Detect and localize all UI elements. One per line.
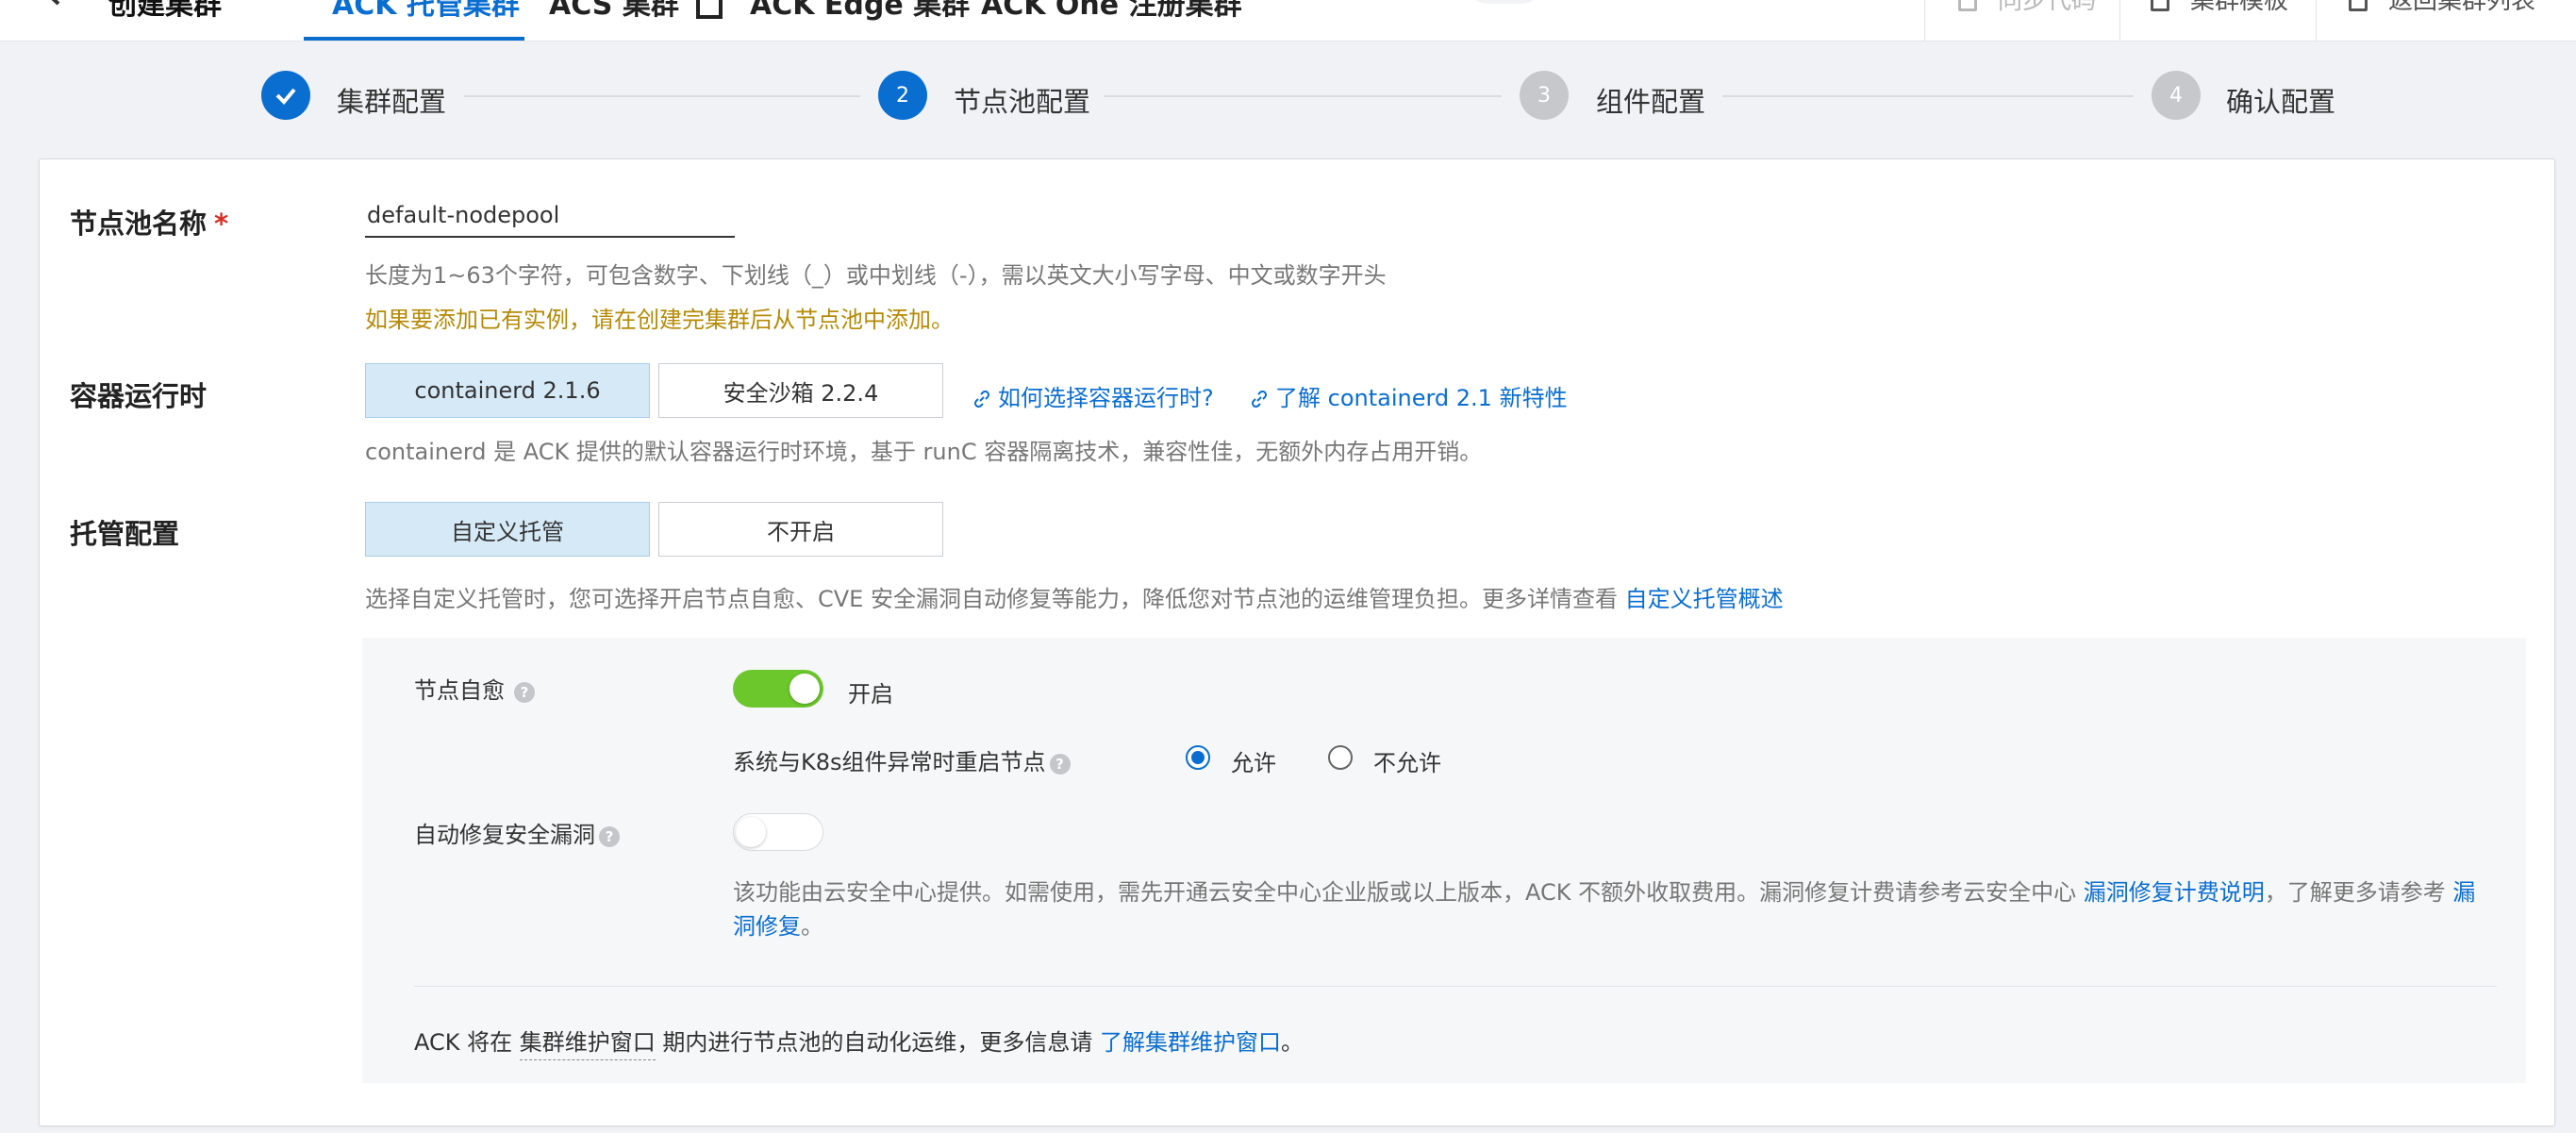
restart-allow-label[interactable]: 允许 — [1231, 744, 1276, 777]
desc-text: 。 — [801, 913, 823, 940]
step-connector — [464, 95, 860, 97]
tab-ack-managed[interactable]: ACK 托管集群 — [332, 0, 520, 23]
self-heal-status: 开启 — [848, 681, 893, 708]
tab-acs[interactable]: ACS 集群 — [549, 0, 723, 23]
managed-option-custom[interactable]: 自定义托管 — [365, 502, 650, 557]
containerd-features-link[interactable]: 了解 containerd 2.1 新特性 — [1251, 379, 1568, 412]
link-text: 如何选择容器运行时? — [998, 385, 1214, 411]
back-to-list-button[interactable]: 返回集群列表 — [2349, 0, 2535, 16]
step-3-number: 3 — [1520, 71, 1569, 120]
back-arrow-icon[interactable] — [40, 0, 68, 8]
vuln-billing-link[interactable]: 漏洞修复计费说明 — [2084, 879, 2265, 906]
action-label: 同步代码 — [1998, 0, 2097, 15]
restart-allow-radio[interactable] — [1186, 745, 1210, 770]
self-heal-label: 节点自愈? — [414, 672, 535, 705]
top-header: 创建集群 ACK 托管集群 ACS 集群 ACK Edge 集群 ACK One… — [0, 0, 2576, 42]
label-text: 系统与K8s组件异常时重启节点 — [733, 749, 1046, 775]
tab-label: ACK 托管集群 — [332, 0, 520, 22]
list-icon — [2349, 0, 2368, 11]
how-to-choose-runtime-link[interactable]: 如何选择容器运行时? — [973, 379, 1214, 412]
action-label: 返回集群列表 — [2388, 0, 2536, 15]
note-text: ACK 将在 — [414, 1029, 520, 1056]
nodepool-name-input[interactable] — [365, 200, 735, 238]
step-3-label: 组件配置 — [1596, 86, 1706, 118]
restart-deny-radio[interactable] — [1328, 745, 1353, 770]
restart-deny-label[interactable]: 不允许 — [1373, 744, 1441, 777]
toggle-knob — [789, 674, 820, 704]
step-2-number: 2 — [878, 71, 927, 120]
page-title: 创建集群 — [108, 0, 222, 22]
external-link-icon — [696, 0, 723, 19]
link-icon — [1251, 391, 1268, 408]
maintenance-window-term[interactable]: 集群维护窗口 — [519, 1029, 656, 1060]
auto-repair-toggle[interactable] — [733, 813, 823, 851]
nodepool-name-help: 长度为1~63个字符，可包含数字、下划线（_）或中划线（-），需以英文大小写字母… — [365, 262, 1387, 289]
runtime-help: containerd 是 ACK 提供的默认容器运行时环境，基于 runC 容器… — [365, 439, 1483, 465]
tab-ack-edge[interactable]: ACK Edge 集群 — [750, 0, 970, 23]
toggle-knob — [736, 817, 766, 847]
required-star: * — [214, 208, 229, 240]
tab-label: ACK One 注册集群 — [981, 0, 1242, 22]
runtime-option-sandbox[interactable]: 安全沙箱 2.2.4 — [658, 363, 943, 418]
help-text: 选择自定义托管时，您可选择开启节点自愈、CVE 安全漏洞自动修复等能力，降低您对… — [365, 586, 1625, 612]
nodepool-name-label: 节点池名称 * — [70, 202, 228, 242]
cluster-template-button[interactable]: 集群模板 — [2151, 0, 2288, 16]
runtime-option-containerd[interactable]: containerd 2.1.6 — [365, 363, 650, 418]
step-connector — [1104, 95, 1502, 97]
header-divider — [2316, 0, 2317, 41]
label-text: 节点自愈 — [414, 677, 505, 704]
restart-node-label: 系统与K8s组件异常时重启节点? — [733, 743, 1071, 776]
tab-label: ACK Edge 集群 — [750, 0, 971, 22]
panel-divider — [414, 986, 2497, 987]
custom-managed-overview-link[interactable]: 自定义托管概述 — [1625, 586, 1784, 612]
maintenance-window-link[interactable]: 了解集群维护窗口 — [1100, 1029, 1281, 1056]
sync-code-button[interactable]: 同步代码 — [1958, 0, 2096, 16]
desc-text: 该功能由云安全中心提供。如需使用，需先开通云安全中心企业版或以上版本，ACK 不… — [733, 879, 2084, 906]
header-divider — [1924, 0, 1925, 41]
step-connector — [1722, 95, 2134, 97]
tab-ack-one[interactable]: ACK One 注册集群 — [981, 0, 1242, 23]
label-text: 自动修复安全漏洞 — [414, 822, 595, 848]
active-tab-indicator — [304, 37, 524, 41]
step-2-label: 节点池配置 — [954, 86, 1091, 118]
action-label: 集群模板 — [2190, 0, 2289, 15]
self-heal-toggle[interactable] — [733, 670, 823, 708]
help-question-icon[interactable]: ? — [599, 826, 620, 847]
managed-options-panel — [362, 638, 2526, 1083]
label-text: 节点池名称 — [70, 208, 208, 240]
desc-text: ，了解更多请参考 — [2264, 879, 2453, 906]
managed-option-disabled[interactable]: 不开启 — [658, 502, 943, 557]
tab-label: ACS 集群 — [549, 0, 679, 22]
code-icon — [1958, 0, 1977, 11]
step-4-label: 确认配置 — [2226, 86, 2336, 118]
step-1-check-icon — [261, 71, 310, 120]
managed-help: 选择自定义托管时，您可选择开启节点自愈、CVE 安全漏洞自动修复等能力，降低您对… — [365, 580, 1784, 613]
template-icon — [2151, 0, 2169, 11]
auto-repair-label: 自动修复安全漏洞? — [414, 816, 620, 849]
note-text: 。 — [1281, 1029, 1305, 1056]
note-text: 期内进行节点池的自动化运维，更多信息请 — [655, 1029, 1101, 1056]
auto-repair-description: 该功能由云安全中心提供。如需使用，需先开通云安全中心企业版或以上版本，ACK 不… — [733, 875, 2497, 943]
help-question-icon[interactable]: ? — [1049, 754, 1071, 775]
header-divider — [2119, 0, 2120, 41]
step-4-number: 4 — [2152, 71, 2201, 120]
help-question-icon[interactable]: ? — [514, 682, 535, 703]
managed-config-label: 托管配置 — [70, 518, 180, 550]
link-icon — [973, 391, 990, 408]
link-text: 了解 containerd 2.1 新特性 — [1275, 385, 1568, 411]
header-avatar-decoration — [1467, 0, 1542, 4]
step-1-label[interactable]: 集群配置 — [337, 80, 446, 120]
container-runtime-label: 容器运行时 — [70, 380, 208, 412]
wizard-steps: 集群配置 2 节点池配置 3 组件配置 4 确认配置 — [0, 66, 2576, 125]
nodepool-name-warning: 如果要添加已有实例，请在创建完集群后从节点池中添加。 — [365, 307, 954, 333]
maintenance-window-note: ACK 将在 集群维护窗口 期内进行节点池的自动化运维，更多信息请 了解集群维护… — [414, 1024, 1305, 1060]
